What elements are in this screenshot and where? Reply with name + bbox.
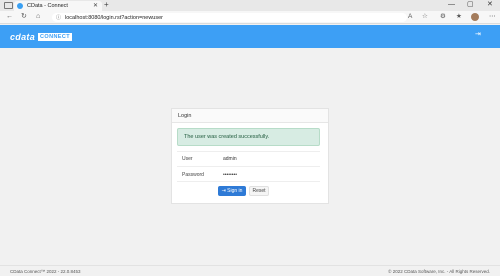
cdata-favicon-icon [17,3,23,9]
home-icon[interactable]: ⌂ [36,13,40,21]
app-header: cdata CONNECT [0,25,500,48]
logo-text: cdata [10,32,36,42]
refresh-icon[interactable]: ↻ [21,13,27,21]
browser-toolbar: ← ↻ ⌂ ⓘ localhost:8080/login.rst?action=… [0,11,500,24]
divider [177,166,320,167]
login-panel: Login The user was created successfully.… [171,108,329,204]
favorites-add-icon[interactable]: ☆ [422,13,428,21]
login-title: Login [178,112,192,119]
divider [177,181,320,182]
url-text[interactable]: localhost:8080/login.rst?action=newuser [65,15,163,21]
login-panel-header: Login [172,109,328,123]
user-input[interactable]: admin [223,156,237,162]
logout-icon[interactable]: ⇥ [475,31,481,39]
site-info-icon[interactable]: ⓘ [56,14,61,21]
close-window-button[interactable]: ✕ [487,0,493,10]
tab-title: CData - Connect [27,3,68,9]
favorites-icon[interactable]: ★ [456,13,462,21]
password-input[interactable]: •••••••• [223,172,237,178]
browser-tab[interactable]: CData - Connect ✕ [14,1,102,11]
cdata-connect-logo[interactable]: cdata CONNECT [10,32,73,42]
new-tab-button[interactable]: + [104,0,109,10]
browser-tab-bar: CData - Connect ✕ + — ▢ ✕ [0,0,500,11]
address-bar[interactable]: ⓘ localhost:8080/login.rst?action=newuse… [52,13,407,22]
user-label: User [182,156,193,162]
tab-actions-icon[interactable] [4,2,13,9]
footer: CData Connect™ 2022 - 22.0.8453 © 2022 C… [0,265,500,276]
password-label: Password [182,172,204,178]
logo-badge: CONNECT [38,33,73,41]
footer-copyright: © 2022 CData Software, Inc. - All Rights… [388,269,490,274]
footer-version: CData Connect™ 2022 - 22.0.8453 [10,269,81,274]
success-alert-text: The user was created successfully. [184,134,270,140]
profile-avatar[interactable] [471,13,479,21]
success-alert: The user was created successfully. [177,128,320,146]
read-aloud-icon[interactable]: A [408,13,412,21]
back-icon[interactable]: ← [6,13,13,21]
more-menu-icon[interactable]: ⋯ [489,13,496,21]
tab-close-icon[interactable]: ✕ [93,2,98,9]
maximize-button[interactable]: ▢ [467,0,474,10]
minimize-button[interactable]: — [448,0,455,10]
extensions-icon[interactable]: ⚙ [440,13,446,21]
sign-in-button[interactable]: ⇥ Sign in [218,186,246,196]
reset-button[interactable]: Reset [249,186,269,196]
divider [177,151,320,152]
